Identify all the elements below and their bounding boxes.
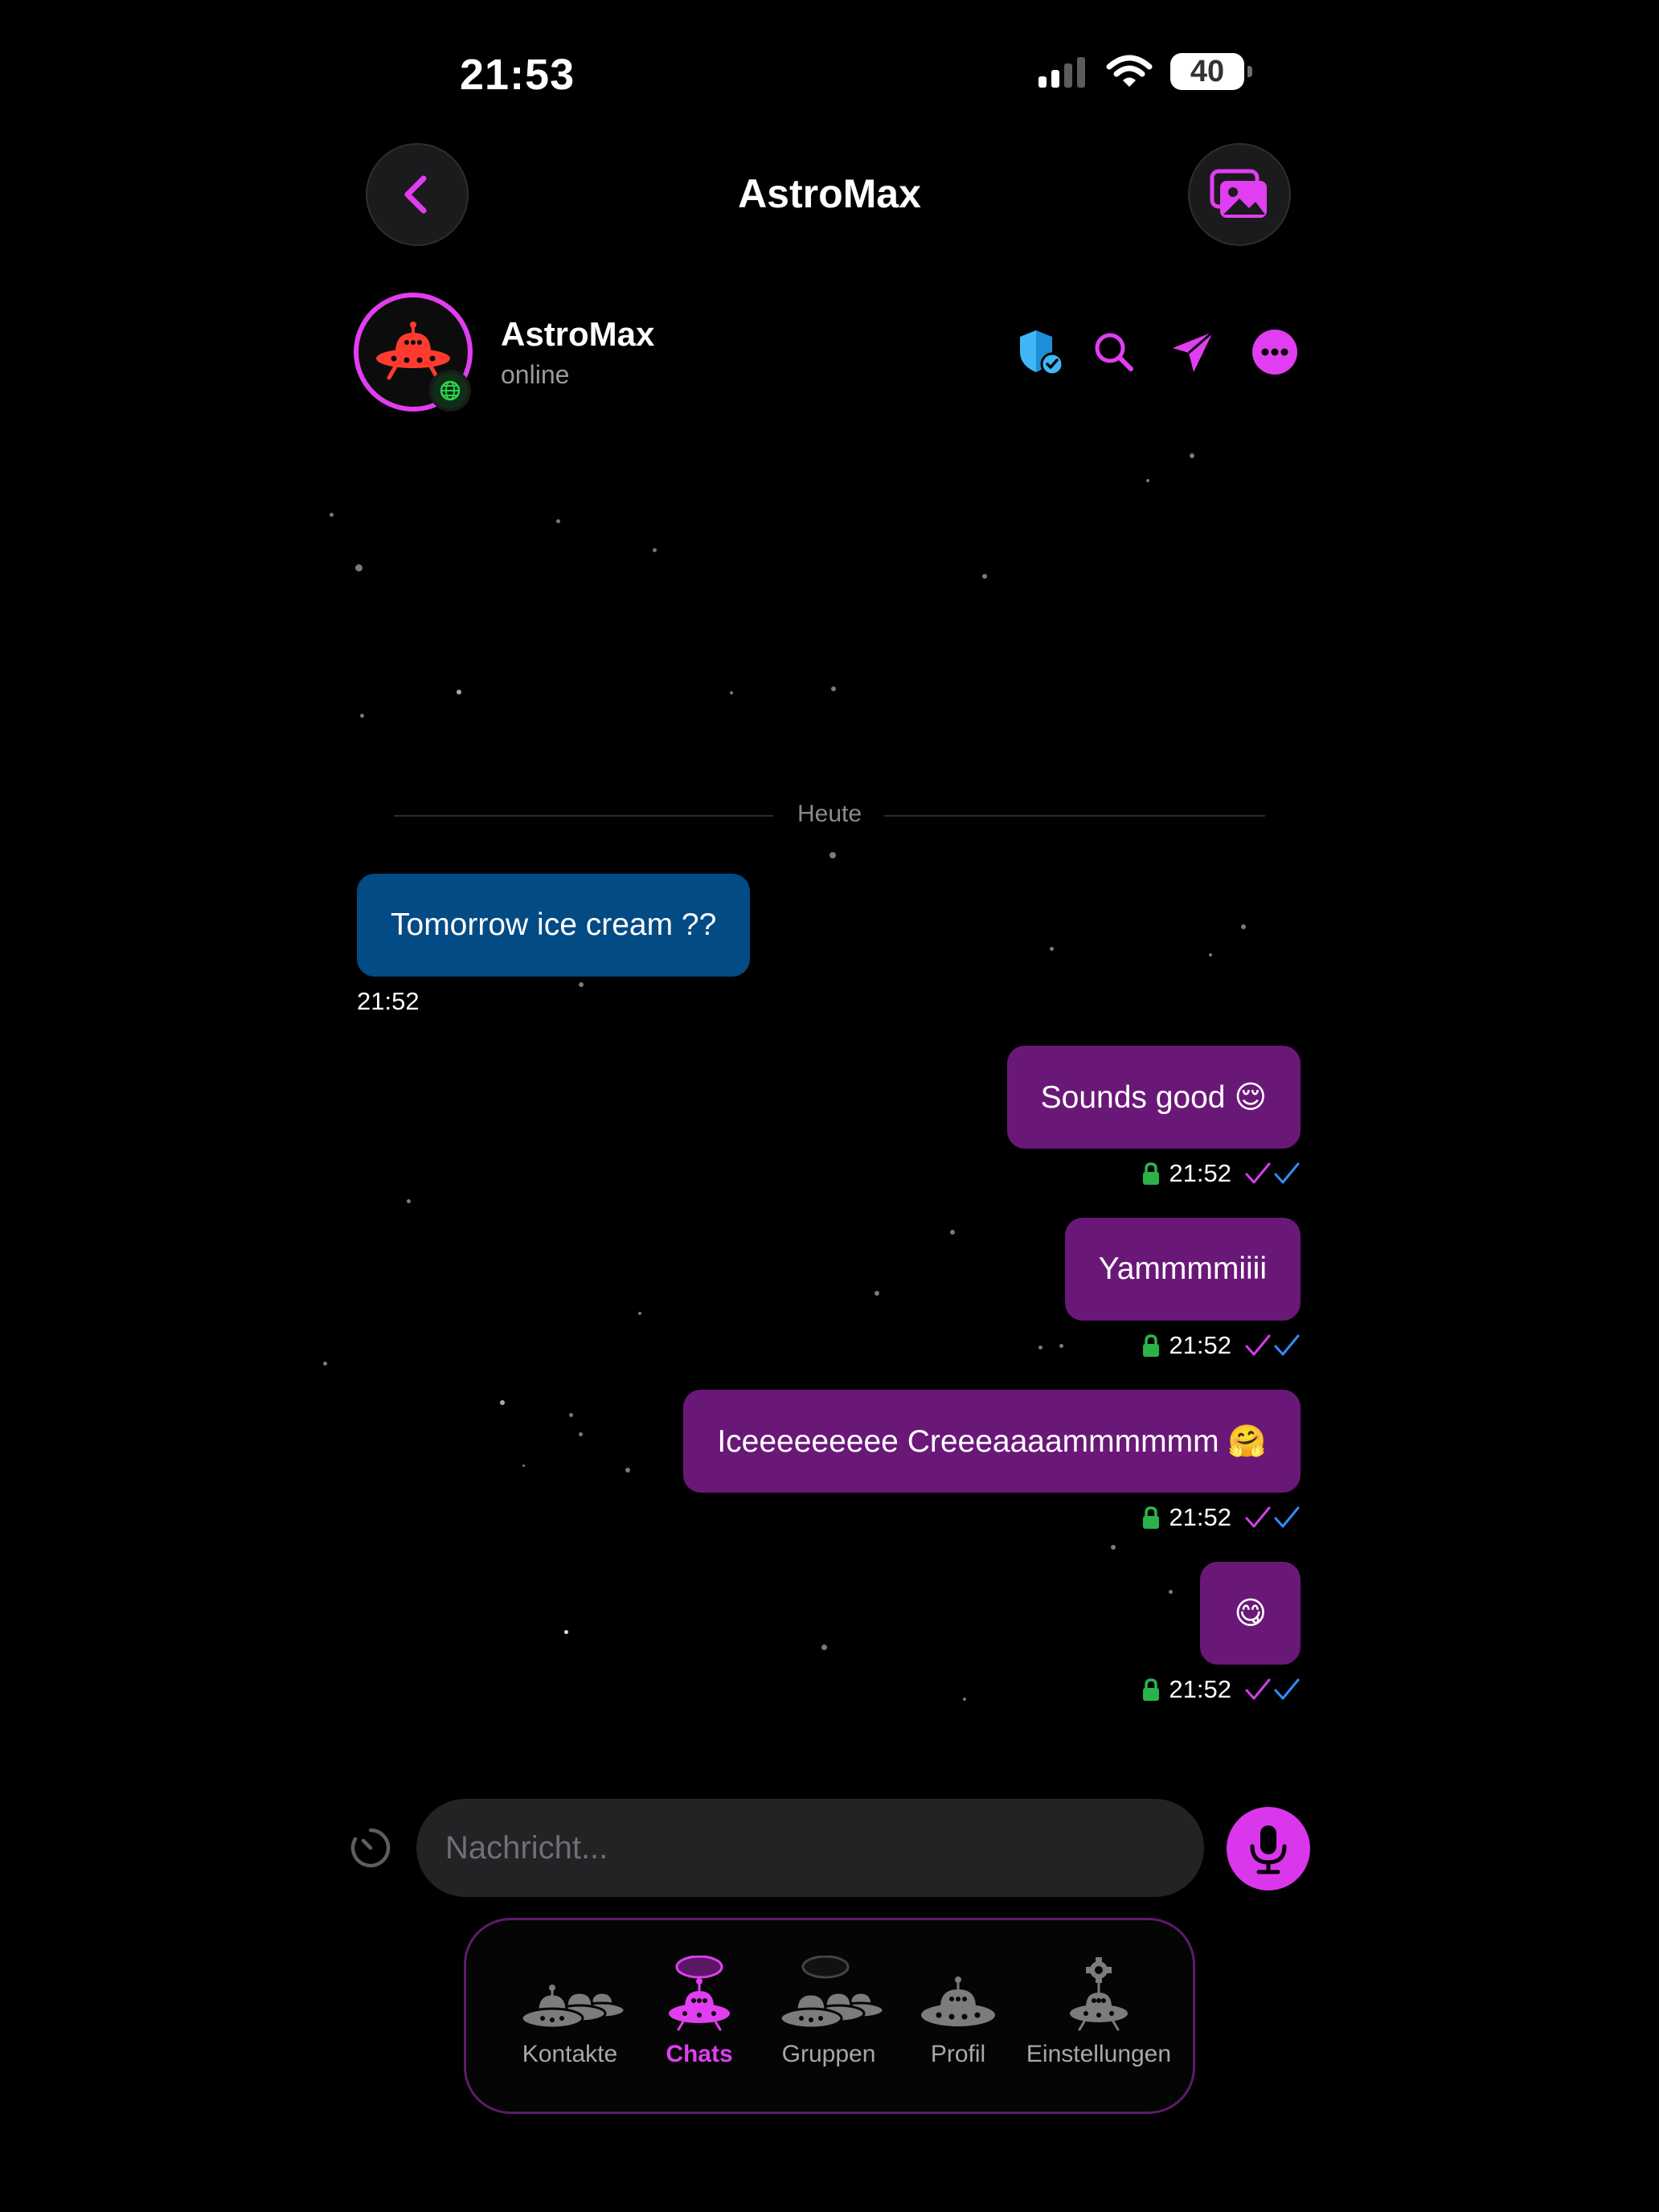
cellular-signal-icon	[1038, 57, 1085, 88]
photos-icon	[1210, 169, 1267, 218]
message-text: Yammmmiiii	[1098, 1251, 1267, 1286]
status-bar-time: 21:53	[460, 51, 576, 99]
more-icon	[1252, 330, 1297, 375]
message-time: 21:52	[1169, 1331, 1231, 1359]
page-title: AstroMax	[738, 171, 921, 216]
send-icon	[1173, 330, 1214, 372]
lock-icon	[1143, 1162, 1160, 1185]
tab-profil[interactable]: Profil	[900, 1920, 1016, 2116]
gallery-button[interactable]	[1188, 143, 1291, 246]
chat-screen: 21:53 40 AstroMax AstroMax online Heute …	[0, 0, 1659, 2212]
tab-gruppen[interactable]: Gruppen	[757, 1920, 900, 2116]
message-time: 21:52	[1169, 1159, 1231, 1187]
online-indicator	[429, 370, 471, 412]
message-bubble-outgoing[interactable]: Sounds good 😌	[1006, 1046, 1301, 1149]
tab-label: Chats	[666, 2041, 733, 2067]
message-input-container[interactable]	[416, 1799, 1204, 1897]
status-bar-icons: 40	[1037, 53, 1252, 90]
lock-icon	[1143, 1506, 1160, 1529]
groups-ufo-icon	[772, 1952, 885, 2033]
tab-label: Kontakte	[522, 2041, 618, 2067]
send-button[interactable]	[1167, 326, 1219, 378]
message-bubble-outgoing[interactable]: 😋	[1200, 1562, 1301, 1665]
read-receipt-icon	[1244, 1161, 1301, 1186]
tab-einstellungen[interactable]: Einstellungen	[1016, 1920, 1182, 2116]
contacts-ufo-icon	[514, 1952, 626, 2033]
lock-icon	[1143, 1334, 1160, 1357]
contact-status: online	[501, 360, 570, 389]
globe-icon	[440, 380, 461, 401]
message-bubble-outgoing[interactable]: Iceeeeeeeee Creeeaaaammmmmm 🤗	[683, 1390, 1301, 1493]
message-meta: 21:52	[1141, 1503, 1301, 1532]
message-meta: 21:52	[1141, 1675, 1301, 1704]
message-input[interactable]	[445, 1829, 1204, 1866]
timer-icon[interactable]	[349, 1826, 392, 1870]
encryption-shield-button[interactable]	[1014, 326, 1066, 378]
tab-chats[interactable]: Chats	[641, 1920, 757, 2116]
chats-ufo-icon	[667, 1952, 731, 2033]
message-time: 21:52	[1169, 1675, 1231, 1703]
message-text: 😋	[1234, 1596, 1267, 1631]
shield-check-icon	[1020, 330, 1063, 376]
message-text: Tomorrow ice cream ??	[391, 907, 717, 942]
read-receipt-icon	[1244, 1505, 1301, 1530]
tab-kontakte[interactable]: Kontakte	[498, 1920, 641, 2116]
date-separator: Heute	[797, 801, 862, 827]
battery-level: 40	[1190, 54, 1225, 88]
search-button[interactable]	[1088, 326, 1140, 378]
message-text: Sounds good 😌	[1040, 1079, 1267, 1115]
contact-name: AstroMax	[501, 315, 655, 353]
message-text: Iceeeeeeeee Creeeaaaammmmmm 🤗	[717, 1424, 1267, 1459]
profile-ufo-icon	[918, 1952, 998, 2033]
tab-label: Einstellungen	[1026, 2041, 1172, 2067]
more-button[interactable]	[1249, 326, 1301, 378]
settings-ufo-icon	[1067, 1952, 1131, 2033]
tab-label: Profil	[930, 2041, 986, 2067]
message-time: 21:52	[357, 987, 420, 1015]
read-receipt-icon	[1244, 1333, 1301, 1358]
message-meta: 21:52	[1141, 1159, 1301, 1188]
message-meta: 21:52	[1141, 1331, 1301, 1360]
microphone-icon	[1250, 1825, 1287, 1874]
battery-icon: 40	[1170, 53, 1252, 90]
message-meta: 21:52	[357, 987, 420, 1016]
microphone-button[interactable]	[1227, 1807, 1310, 1890]
message-bubble-incoming[interactable]: Tomorrow ice cream ??	[357, 874, 751, 977]
message-time: 21:52	[1169, 1503, 1231, 1531]
tab-label: Gruppen	[781, 2041, 876, 2067]
read-receipt-icon	[1244, 1677, 1301, 1702]
message-bubble-outgoing[interactable]: Yammmmiiii	[1064, 1218, 1301, 1321]
lock-icon	[1143, 1678, 1160, 1701]
wifi-icon	[1106, 55, 1153, 87]
tab-bar: Kontakte Chats Gruppen Profil Einstellun…	[464, 1918, 1195, 2114]
search-icon	[1095, 333, 1133, 371]
